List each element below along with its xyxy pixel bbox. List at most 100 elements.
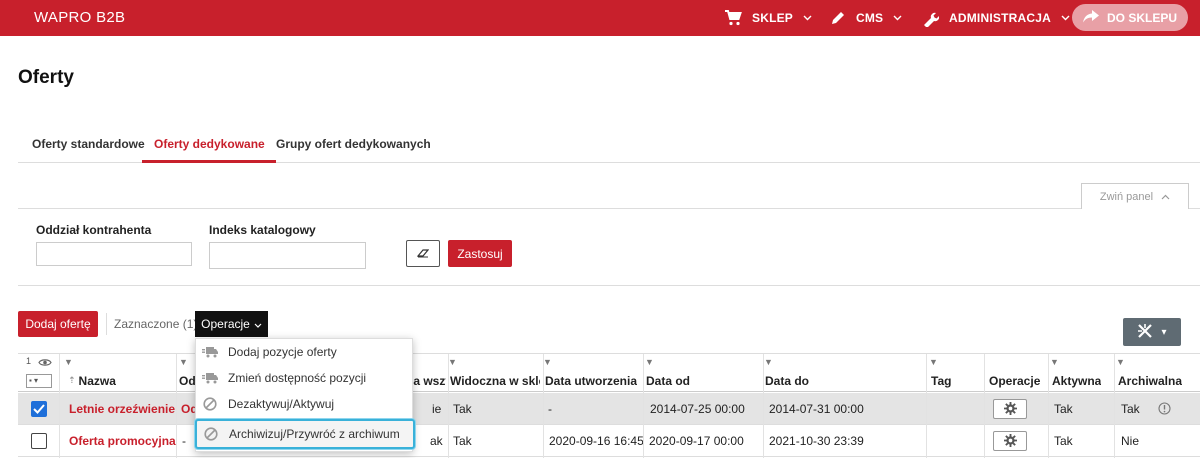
table-tools-button[interactable]: ▾ (1123, 318, 1181, 346)
apply-filters-button[interactable]: Zastosuj (448, 240, 512, 267)
offer-name-link[interactable]: Oferta promocyjna (69, 425, 176, 456)
nav-administration-label: ADMINISTRACJA (949, 11, 1051, 25)
cell-for-all: ak (430, 433, 443, 448)
filter-icon[interactable]: ▼ (645, 357, 654, 367)
filter-catalog-index-input[interactable] (209, 242, 366, 269)
nav-shop[interactable]: SKLEP (724, 0, 812, 36)
column-header-date-from[interactable]: Data od (646, 370, 690, 391)
chevron-down-icon (803, 15, 812, 21)
row-operations[interactable] (993, 393, 1027, 424)
select-all-checkbox[interactable]: ▪ ▾ (26, 370, 52, 391)
nav-shop-label: SKLEP (752, 11, 794, 25)
nav-cms[interactable]: CMS (830, 0, 902, 36)
tab-dedicated-offers[interactable]: Oferty dedykowane (154, 137, 265, 151)
gear-icon[interactable] (993, 430, 1027, 451)
cell-active: Tak (1054, 401, 1073, 416)
cell-active: Tak (1054, 433, 1073, 448)
cell-archived: Tak (1121, 401, 1140, 416)
column-header-created[interactable]: Data utworzenia (545, 370, 637, 391)
cell-branch: - (182, 433, 186, 448)
pencil-icon (830, 10, 846, 26)
filter-icon[interactable]: ▼ (64, 357, 73, 367)
menu-item-add-offer-items[interactable]: Dodaj pozycje oferty (196, 339, 414, 365)
offer-name-link[interactable]: Letnie orzeźwienie (69, 393, 175, 424)
block-icon (202, 396, 218, 412)
menu-item-label: Zmień dostępność pozycji (228, 371, 367, 385)
clear-filters-button[interactable] (406, 240, 440, 267)
filter-catalog-index-label: Indeks katalogowy (209, 223, 316, 237)
selected-count: Zaznaczone (1) (114, 317, 198, 331)
cell-date-from: 2020-09-17 00:00 (649, 433, 744, 448)
filter-icon[interactable]: ▼ (448, 357, 457, 367)
column-header-date-to[interactable]: Data do (765, 370, 809, 391)
menu-item-archive-restore[interactable]: Archiwizuj/Przywróć z archiwum (195, 419, 415, 449)
info-icon[interactable] (1158, 393, 1171, 424)
page-title: Oferty (18, 67, 74, 88)
tab-standard-offers[interactable]: Oferty standardowe (32, 137, 145, 151)
tab-bar: Oferty standardowe Oferty dedykowane Gru… (18, 127, 1200, 163)
nav-administration[interactable]: ADMINISTRACJA (922, 0, 1070, 36)
collapse-panel-label: Zwiń panel (1099, 190, 1154, 203)
filter-branch-input[interactable] (36, 242, 192, 266)
chevron-down-icon (1061, 15, 1070, 21)
cell-archived: Nie (1121, 433, 1140, 448)
nav-cms-label: CMS (856, 11, 884, 25)
block-icon (203, 426, 219, 442)
operations-label: Operacje (201, 317, 250, 331)
go-to-shop-button[interactable]: DO SKLEPU (1072, 4, 1188, 31)
row-checkbox[interactable] (31, 393, 47, 424)
top-navigation-bar: WAPRO B2B SKLEP CMS ADMINISTRACJA DO SKL (0, 0, 1200, 36)
add-offer-button[interactable]: Dodaj ofertę (18, 311, 98, 337)
brand-logo[interactable]: WAPRO B2B (34, 9, 125, 26)
cell-visible: Tak (453, 433, 472, 448)
cell-visible: Tak (453, 401, 472, 416)
pinned-count: 1 (26, 356, 32, 366)
eraser-icon (416, 247, 430, 261)
cell-date-to: 2021-10-30 23:39 (769, 433, 864, 448)
truck-add-icon (202, 344, 218, 360)
column-header-name[interactable]: ⇡ Nazwa (68, 370, 116, 391)
cell-for-all: ie (432, 401, 442, 416)
chevron-down-icon (893, 15, 902, 21)
caret-down-icon: ▾ (1161, 326, 1167, 338)
column-header-for-all[interactable]: la wszy (410, 370, 446, 391)
column-header-name-label: Nazwa (78, 373, 116, 388)
divider (18, 208, 1200, 209)
filter-branch-label: Oddział kontrahenta (36, 223, 152, 237)
row-operations[interactable] (993, 425, 1027, 456)
checkbox-checked[interactable] (31, 400, 47, 417)
checkbox-unchecked[interactable] (31, 432, 47, 449)
share-arrow-icon (1082, 9, 1099, 26)
menu-item-deactivate-activate[interactable]: Dezaktywuj/Aktywuj (196, 391, 414, 417)
go-to-shop-label: DO SKLEPU (1106, 10, 1177, 25)
cell-created: - (548, 401, 552, 416)
column-header-archived[interactable]: Archiwalna (1118, 370, 1182, 391)
filter-icon[interactable]: ▼ (1116, 357, 1125, 367)
menu-item-label: Dezaktywuj/Aktywuj (228, 397, 335, 411)
menu-item-change-availability[interactable]: Zmień dostępność pozycji (196, 365, 414, 391)
column-header-active[interactable]: Aktywna (1052, 370, 1101, 391)
column-header-visible-in-shop[interactable]: Widoczna w sklepi (450, 370, 540, 391)
active-tab-indicator (142, 160, 276, 163)
menu-item-label: Dodaj pozycje oferty (228, 345, 337, 359)
cart-icon (724, 10, 742, 26)
filter-icon[interactable]: ▼ (929, 357, 938, 367)
sort-icon: ⇡ (68, 375, 76, 385)
divider (106, 313, 107, 335)
filter-icon[interactable]: ▼ (1050, 357, 1059, 367)
operations-button[interactable]: Operacje (195, 311, 268, 337)
filter-icon[interactable]: ▼ (764, 357, 773, 367)
column-header-operations: Operacje (989, 373, 1041, 388)
filter-icon[interactable]: ▼ (179, 357, 188, 367)
eye-icon[interactable] (38, 356, 52, 370)
tools-icon (1137, 323, 1153, 342)
column-header-tag[interactable]: Tag (931, 370, 951, 391)
wrench-icon (922, 10, 939, 27)
row-checkbox[interactable] (31, 425, 47, 456)
cell-created: 2020-09-16 16:45 (549, 433, 644, 448)
collapse-panel-button[interactable]: Zwiń panel (1081, 183, 1189, 209)
filter-icon[interactable]: ▼ (543, 357, 552, 367)
gear-icon[interactable] (993, 398, 1027, 419)
truck-edit-icon (202, 370, 218, 386)
tab-dedicated-offer-groups[interactable]: Grupy ofert dedykowanych (276, 137, 431, 151)
